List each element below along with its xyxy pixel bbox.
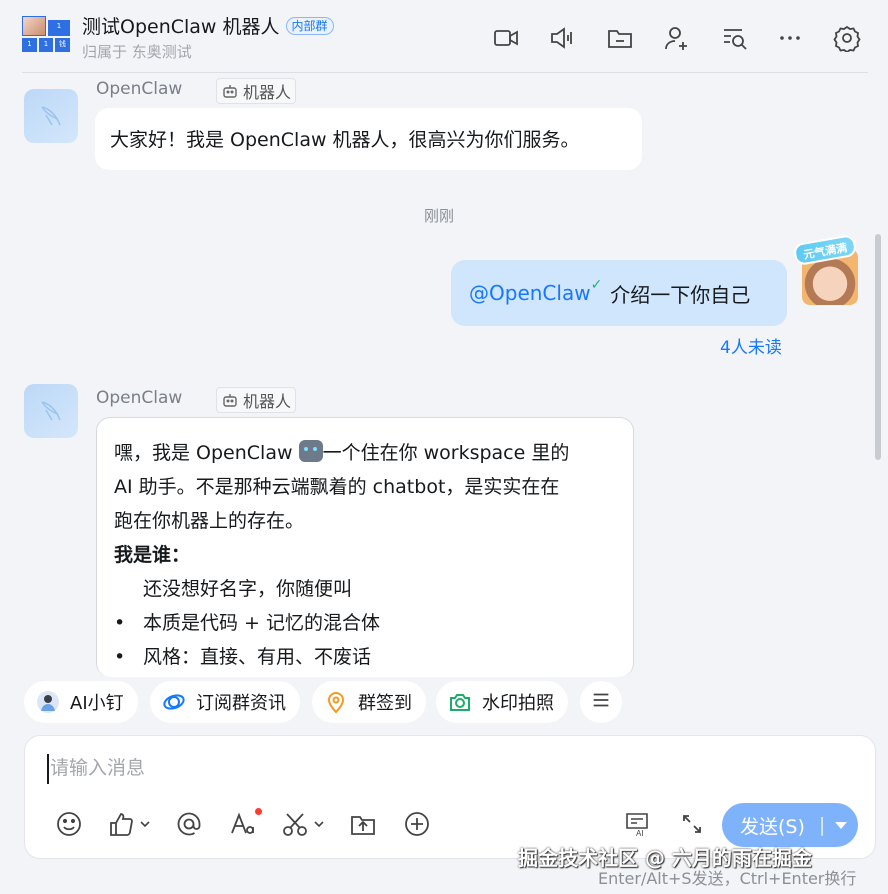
list-item-text: 本质是代码 + 记忆的混合体	[143, 612, 380, 634]
bot-badge: 机器人	[216, 78, 297, 104]
message-line: 跑在你机器上的存在。	[114, 510, 305, 532]
avatar-frame-label: 元气满满	[792, 233, 858, 267]
outgoing-message-bubble[interactable]: @OpenClaw ✓ 介绍一下你自己	[451, 260, 787, 326]
robot-emoji-icon	[298, 440, 323, 462]
expand-icon[interactable]	[678, 808, 706, 840]
svg-text:AI: AI	[636, 829, 644, 838]
message-text: 大家好！我是 OpenClaw 机器人，很高兴为你们服务。	[110, 129, 580, 151]
list-item-text: 风格：直接、有用、不废话	[143, 646, 372, 668]
header-divider	[22, 72, 868, 73]
message-heading: 我是谁：	[114, 544, 191, 566]
subscribe-icon	[162, 690, 186, 714]
group-avatar-photo	[22, 16, 46, 36]
group-avatar-cell: 1	[39, 38, 53, 52]
quick-action-label: 订阅群资讯	[196, 693, 286, 714]
bot-badge-label: 机器人	[243, 83, 292, 102]
add-member-icon[interactable]	[661, 22, 693, 54]
send-separator: |	[818, 814, 826, 836]
notification-dot	[255, 808, 262, 815]
folder-icon[interactable]	[604, 22, 636, 54]
quick-action-label: AI小钉	[70, 693, 124, 714]
text-format-icon[interactable]	[229, 808, 257, 840]
message-composer: AI 发送(S) |	[24, 735, 876, 859]
group-avatar-cell: 1	[22, 38, 37, 52]
send-options-dropdown-icon[interactable]	[835, 821, 848, 829]
chat-title[interactable]: 测试OpenClaw 机器人	[82, 12, 280, 39]
bot-badge-label: 机器人	[243, 392, 292, 411]
message-bubble[interactable]: 嘿，我是 OpenClaw 一个住在你 workspace 里的 AI 助手。不…	[96, 417, 634, 677]
user-avatar[interactable]: 元气满满	[792, 233, 858, 305]
unread-count-link[interactable]: 4人未读	[720, 333, 782, 358]
title-row: 测试OpenClaw 机器人 内部群	[82, 12, 334, 39]
settings-icon[interactable]	[831, 22, 863, 54]
outgoing-message-text: 介绍一下你自己	[610, 282, 751, 307]
more-icon[interactable]	[774, 22, 806, 54]
quick-action-menu[interactable]	[580, 681, 622, 723]
quick-action-ai[interactable]: AI小钉	[24, 681, 138, 723]
ai-write-icon[interactable]: AI	[623, 808, 651, 840]
screenshot-icon[interactable]	[281, 808, 325, 840]
upload-file-icon[interactable]	[349, 808, 377, 840]
bot-avatar[interactable]	[24, 384, 78, 438]
quick-action-label: 群签到	[358, 693, 412, 714]
message-text: 一个住在你 workspace 里的	[322, 442, 570, 464]
group-avatar[interactable]: 1 1 1 钱	[22, 16, 70, 52]
video-icon[interactable]	[490, 22, 522, 54]
message-input[interactable]	[47, 754, 827, 784]
bot-logo-icon	[41, 401, 61, 421]
emoji-icon[interactable]	[55, 808, 83, 840]
quick-action-checkin[interactable]: 群签到	[312, 681, 426, 723]
bullet-mark: •	[114, 646, 126, 668]
message-line: 嘿，我是 OpenClaw 一个住在你 workspace 里的	[114, 436, 617, 470]
add-more-icon[interactable]	[403, 808, 431, 840]
message-bubble[interactable]: 大家好！我是 OpenClaw 机器人，很高兴为你们服务。	[95, 108, 642, 170]
chat-header: 1 1 1 钱 测试OpenClaw 机器人 内部群 归属于 东奥测试	[0, 0, 888, 74]
menu-icon	[590, 689, 612, 716]
scrollbar[interactable]	[875, 234, 881, 460]
robot-icon	[223, 394, 237, 407]
ai-avatar-icon	[36, 690, 60, 714]
quick-action-subscribe[interactable]: 订阅群资讯	[150, 681, 300, 723]
mention-link[interactable]: @OpenClaw	[469, 281, 591, 305]
read-check-icon: ✓	[590, 277, 603, 293]
sender-name: OpenClaw	[96, 388, 183, 408]
search-history-icon[interactable]	[718, 22, 750, 54]
chevron-down-icon	[314, 821, 324, 828]
bot-logo-icon	[41, 106, 61, 126]
bullet-mark: •	[114, 612, 126, 634]
checkin-icon	[324, 690, 348, 714]
list-item: • 风格：直接、有用、不废话	[114, 640, 617, 674]
send-button[interactable]: 发送(S) |	[722, 803, 858, 847]
robot-icon	[223, 85, 237, 98]
message-list[interactable]: OpenClaw 机器人 大家好！我是 OpenClaw 机器人，很高兴为你们服…	[0, 74, 888, 677]
voice-icon[interactable]	[546, 22, 578, 54]
chevron-down-icon	[140, 821, 150, 828]
group-avatar-cell: 钱	[55, 38, 70, 52]
thumbs-up-icon[interactable]	[107, 808, 151, 840]
camera-icon	[448, 690, 472, 714]
message-text: 嘿，我是 OpenClaw	[114, 442, 299, 464]
list-item: 还没想好名字，你随便叫	[143, 578, 353, 600]
bot-badge: 机器人	[216, 387, 297, 413]
send-button-label: 发送(S)	[740, 815, 805, 838]
chat-subtitle[interactable]: 归属于 东奥测试	[82, 41, 192, 62]
sender-name: OpenClaw	[96, 79, 183, 99]
bot-avatar[interactable]	[24, 89, 78, 143]
mention-icon[interactable]	[175, 808, 203, 840]
internal-group-tag: 内部群	[285, 16, 334, 35]
list-item: • 本质是代码 + 记忆的混合体	[114, 606, 617, 640]
group-avatar-cell: 1	[48, 20, 70, 36]
quick-action-label: 水印拍照	[482, 693, 554, 714]
send-shortcut-hint: Enter/Alt+S发送，Ctrl+Enter换行	[598, 869, 857, 888]
message-timestamp: 刚刚	[423, 207, 454, 225]
quick-action-camera[interactable]: 水印拍照	[436, 681, 568, 723]
message-line: AI 助手。不是那种云端飘着的 chatbot，是实实在在	[114, 476, 560, 498]
